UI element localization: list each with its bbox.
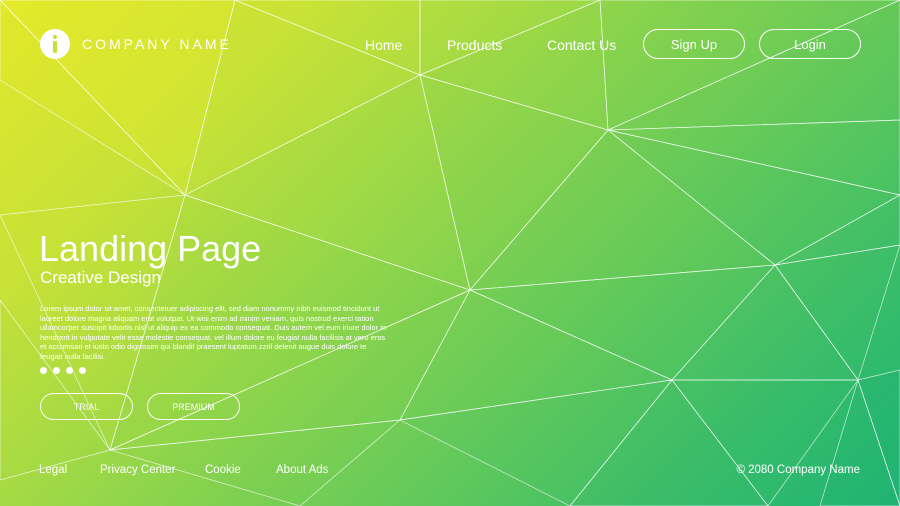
footer-privacy-link[interactable]: Privacy Center: [100, 464, 175, 476]
trial-button[interactable]: TRIAL: [40, 393, 133, 420]
company-name: COMPANY NAME: [82, 36, 232, 52]
landing-page: COMPANY NAME Home Products Contact Us Si…: [0, 0, 900, 506]
carousel-dot[interactable]: [53, 367, 60, 374]
carousel-dots: [40, 367, 86, 374]
premium-button[interactable]: PREMIUM: [147, 393, 240, 420]
brand-logo[interactable]: COMPANY NAME: [40, 29, 232, 59]
info-icon: [40, 29, 70, 59]
hero-title: Landing Page: [39, 228, 262, 269]
nav-contact-link[interactable]: Contact Us: [547, 37, 616, 53]
signup-button[interactable]: Sign Up: [643, 29, 745, 59]
footer-copyright: © 2080 Company Name: [736, 464, 860, 476]
hero-body-text: Lorem ipsum dolor sit amet, consectetuer…: [40, 304, 386, 361]
nav-products-link[interactable]: Products: [447, 37, 502, 53]
footer-legal-link[interactable]: Legal: [39, 464, 67, 476]
footer-about-ads-link[interactable]: About Ads: [276, 464, 328, 476]
carousel-dot[interactable]: [40, 367, 47, 374]
hero-subtitle: Creative Design: [40, 268, 161, 287]
footer-cookie-link[interactable]: Cookie: [205, 464, 241, 476]
login-button[interactable]: Login: [759, 29, 861, 59]
carousel-dot[interactable]: [66, 367, 73, 374]
carousel-dot[interactable]: [79, 367, 86, 374]
nav-home-link[interactable]: Home: [365, 37, 402, 53]
